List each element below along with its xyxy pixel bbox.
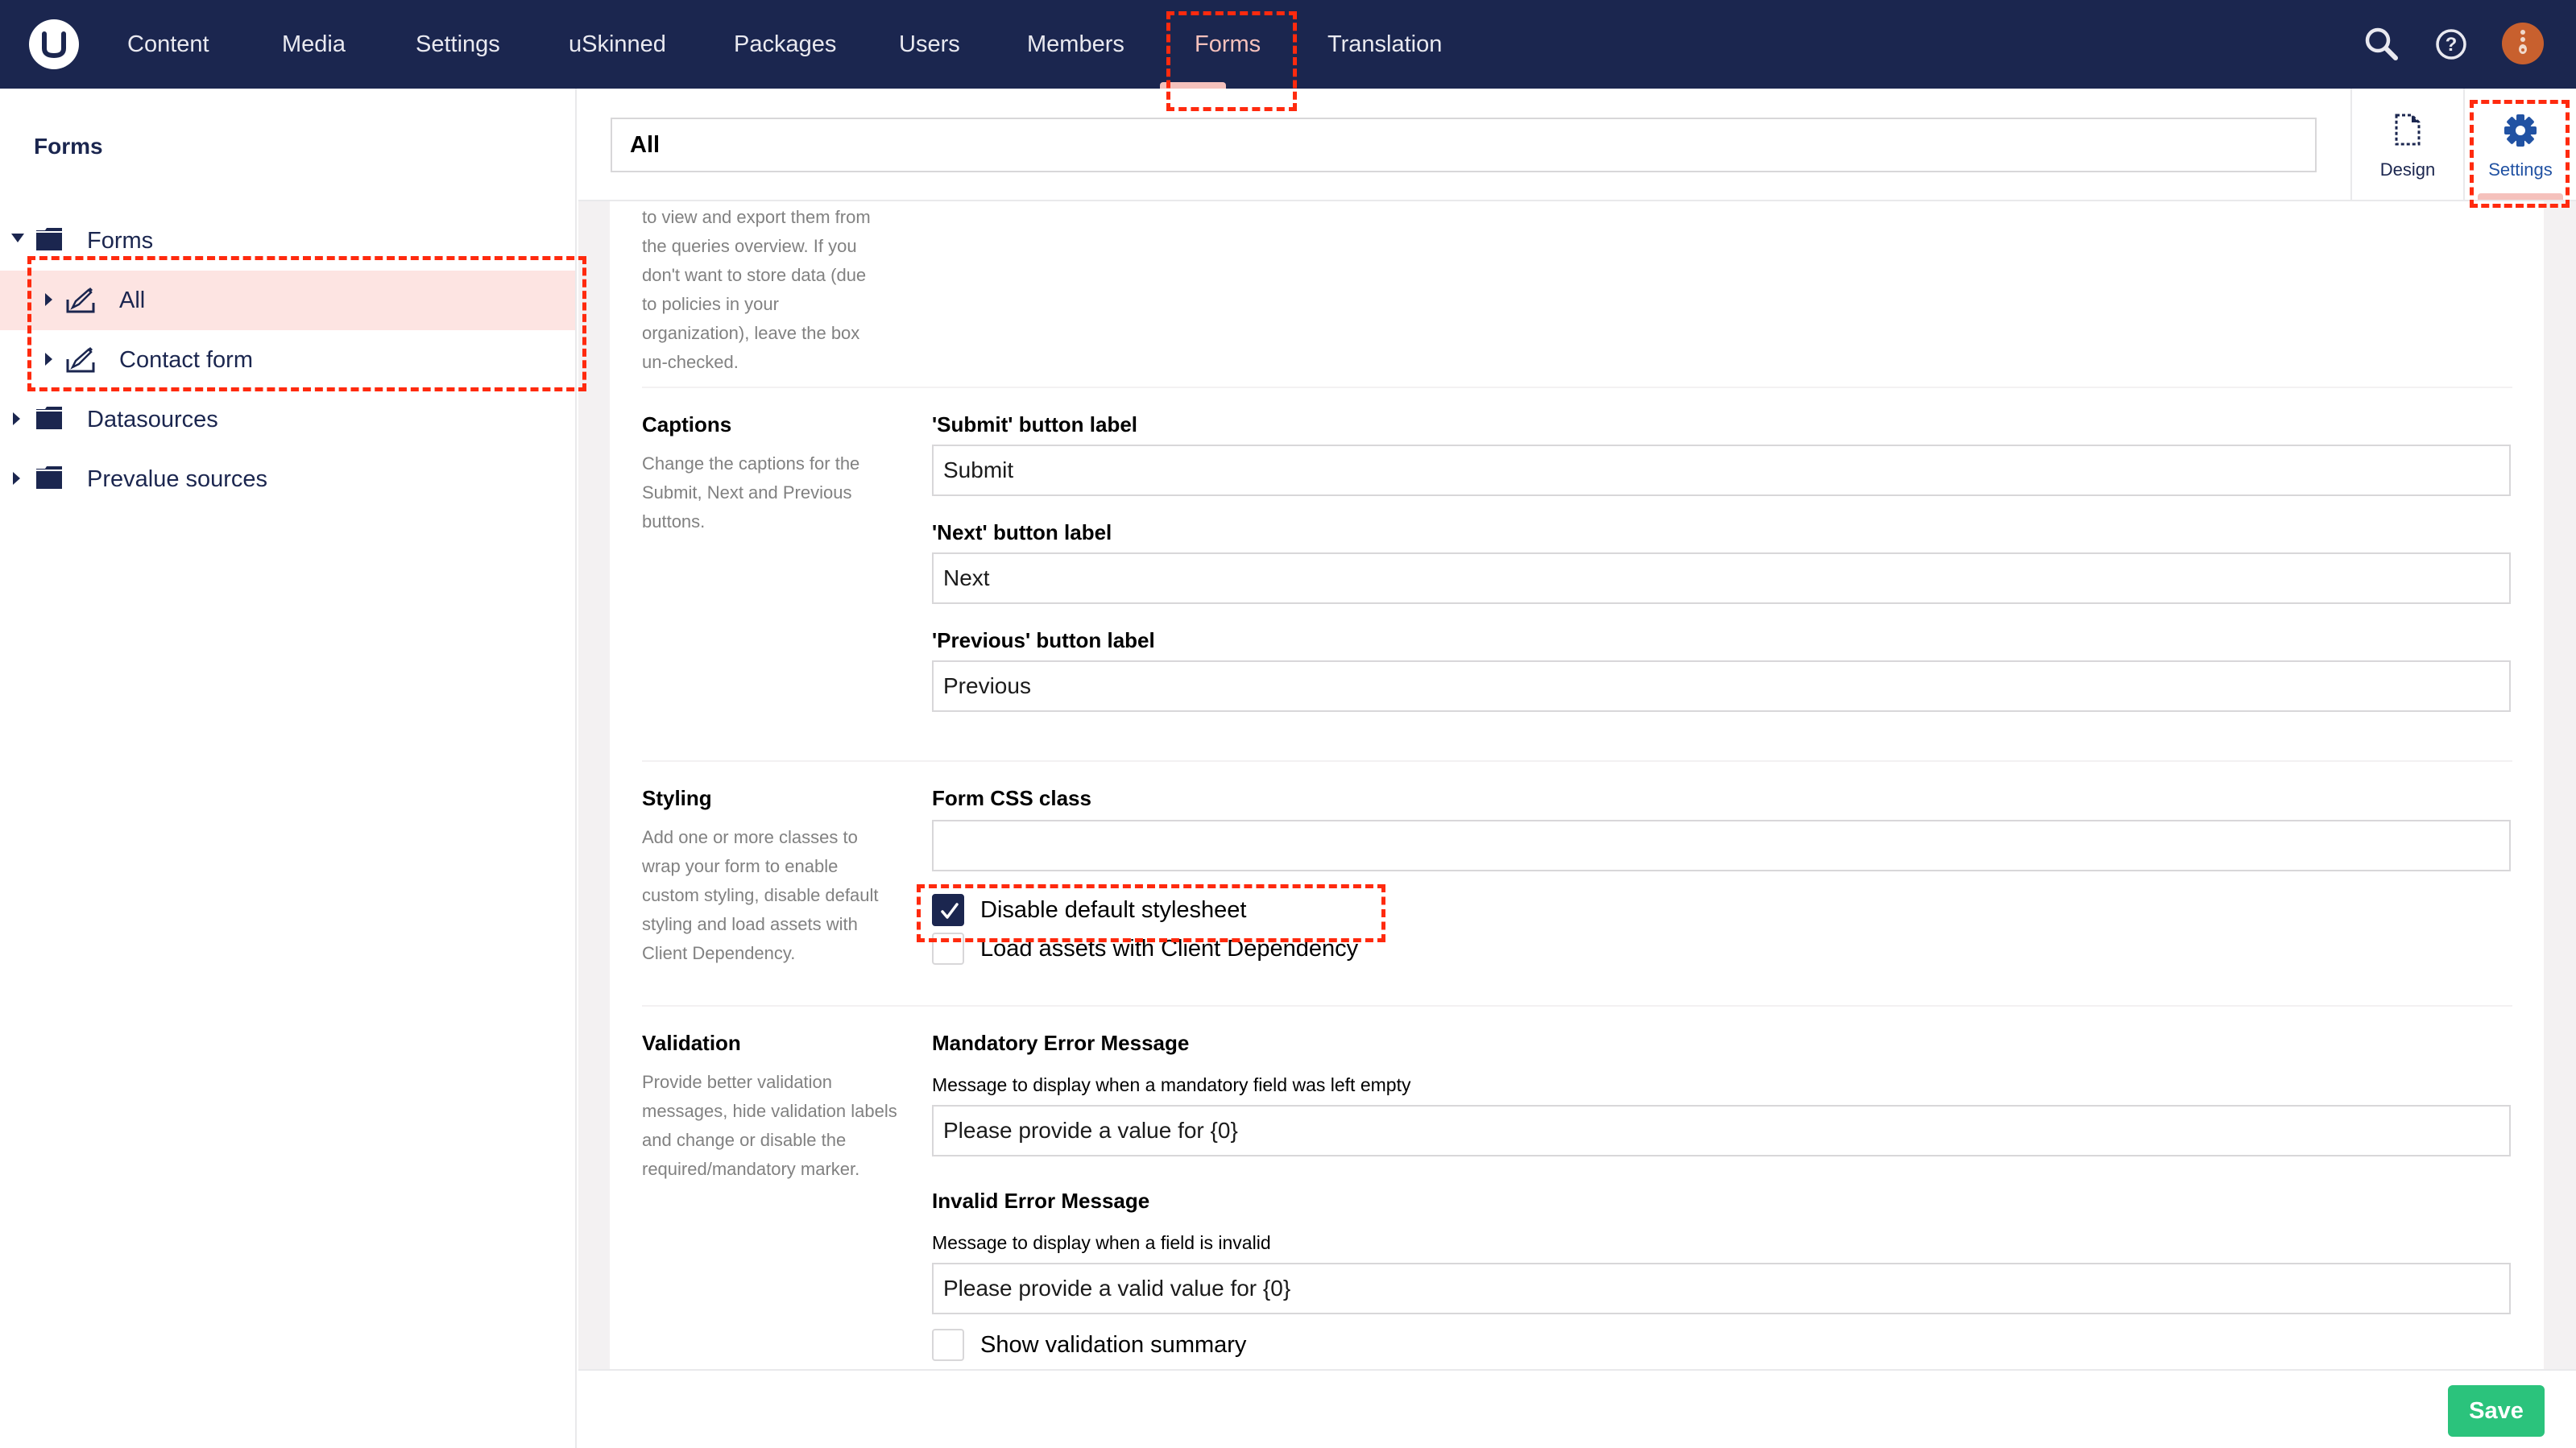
caret-right-icon[interactable] xyxy=(45,293,52,306)
tab-settings-label: Settings xyxy=(2488,159,2553,180)
gear-icon xyxy=(2504,114,2537,147)
captions-title: Captions xyxy=(642,412,732,436)
top-navigation: Content Media Settings uSkinned Packages… xyxy=(0,0,2576,89)
nav-packages[interactable]: Packages xyxy=(734,0,836,89)
save-button[interactable]: Save xyxy=(2448,1385,2545,1437)
next-label-input[interactable] xyxy=(932,552,2511,604)
client-dependency-checkbox[interactable] xyxy=(932,933,964,965)
client-dependency-checkbox-row[interactable]: Load assets with Client Dependency xyxy=(932,933,1415,966)
validation-description: Provide better validation messages, hide… xyxy=(642,1072,897,1179)
folder-icon xyxy=(36,407,62,429)
search-icon[interactable] xyxy=(2362,24,2402,64)
desc-line: organization), leave the box xyxy=(642,323,860,343)
form-name-input[interactable] xyxy=(611,118,2317,172)
desc-line: don't want to store data (due xyxy=(642,265,867,285)
group-divider xyxy=(642,387,2512,388)
sidebar-title: Forms xyxy=(34,134,103,159)
styling-title: Styling xyxy=(642,786,712,810)
submit-label-input[interactable] xyxy=(932,445,2511,496)
sidebar: Forms Forms All Contact form Datasources… xyxy=(0,89,577,1448)
svg-text:?: ? xyxy=(2446,34,2458,56)
invalid-error-label: Invalid Error Message xyxy=(932,1189,1150,1213)
tab-design-label: Design xyxy=(2379,159,2436,180)
form-icon xyxy=(66,347,95,373)
caret-right-icon[interactable] xyxy=(13,472,20,485)
nav-media[interactable]: Media xyxy=(282,0,346,89)
tree-item-datasources[interactable]: Datasources xyxy=(0,390,575,449)
desc-line: to policies in your xyxy=(642,294,779,314)
desc-line: to view and export them from xyxy=(642,207,871,227)
next-label: 'Next' button label xyxy=(932,520,1112,544)
editor-footer: Save xyxy=(578,1369,2576,1448)
tab-settings[interactable]: Settings xyxy=(2463,89,2576,200)
tree-item-label: All xyxy=(119,288,146,313)
nav-active-indicator xyxy=(1160,82,1226,89)
client-dependency-label: Load assets with Client Dependency xyxy=(980,936,1359,962)
caret-right-icon[interactable] xyxy=(45,353,52,366)
mandatory-error-label: Mandatory Error Message xyxy=(932,1031,1190,1055)
validation-title: Validation xyxy=(642,1031,741,1055)
checkmark-icon xyxy=(941,903,959,919)
folder-icon xyxy=(36,228,62,250)
umbraco-logo[interactable] xyxy=(29,19,79,69)
document-icon xyxy=(2395,114,2421,146)
nav-members[interactable]: Members xyxy=(1027,0,1124,89)
previous-label-input[interactable] xyxy=(932,660,2511,712)
mandatory-error-input[interactable] xyxy=(932,1105,2511,1156)
tree-item-label: Forms xyxy=(87,228,154,254)
tree-item-forms[interactable]: Forms xyxy=(0,211,575,271)
tree-item-all[interactable]: All xyxy=(0,271,575,330)
css-class-input[interactable] xyxy=(932,820,2511,871)
form-icon xyxy=(66,288,95,313)
tree-item-prevalue-sources[interactable]: Prevalue sources xyxy=(0,449,575,509)
styling-description: Add one or more classes to wrap your for… xyxy=(642,827,879,963)
tree-item-label: Datasources xyxy=(87,407,218,432)
previous-label: 'Previous' button label xyxy=(932,628,1155,652)
desc-line: the queries overview. If you xyxy=(642,236,857,256)
disable-stylesheet-checkbox[interactable] xyxy=(932,894,964,926)
validation-summary-checkbox-row[interactable]: Show validation summary xyxy=(932,1329,1415,1363)
settings-card[interactable]: to view and export them from the queries… xyxy=(610,201,2544,1369)
storage-description: to view and export them from the queries… xyxy=(642,203,900,377)
tree-item-label: Prevalue sources xyxy=(87,466,268,492)
editor-header: Design Settings xyxy=(578,89,2576,201)
validation-summary-label: Show validation summary xyxy=(980,1332,1247,1358)
disable-stylesheet-label: Disable default stylesheet xyxy=(980,897,1247,923)
folder-icon xyxy=(36,466,62,489)
group-divider xyxy=(642,1005,2512,1007)
help-icon[interactable]: ? xyxy=(2431,24,2471,64)
tree-item-contact-form[interactable]: Contact form xyxy=(0,330,575,390)
nav-translation[interactable]: Translation xyxy=(1327,0,1442,89)
invalid-error-description: Message to display when a field is inval… xyxy=(932,1232,1271,1253)
nav-settings[interactable]: Settings xyxy=(416,0,500,89)
validation-summary-checkbox[interactable] xyxy=(932,1329,964,1361)
captions-description: Change the captions for the Submit, Next… xyxy=(642,453,860,532)
desc-line: un-checked. xyxy=(642,352,739,372)
tab-active-indicator xyxy=(2478,193,2563,200)
mandatory-error-description: Message to display when a mandatory fiel… xyxy=(932,1074,1411,1095)
nav-uskinned[interactable]: uSkinned xyxy=(569,0,666,89)
invalid-error-input[interactable] xyxy=(932,1263,2511,1314)
caret-down-icon[interactable] xyxy=(11,234,24,242)
tab-design[interactable]: Design xyxy=(2350,89,2463,200)
nav-content[interactable]: Content xyxy=(127,0,209,89)
css-class-label: Form CSS class xyxy=(932,786,1091,810)
caret-right-icon[interactable] xyxy=(13,412,20,425)
nav-forms[interactable]: Forms xyxy=(1195,0,1261,89)
user-avatar[interactable] xyxy=(2502,23,2544,64)
submit-label: 'Submit' button label xyxy=(932,412,1138,436)
group-divider xyxy=(642,760,2512,762)
disable-stylesheet-checkbox-row[interactable]: Disable default stylesheet xyxy=(932,894,1415,928)
nav-users[interactable]: Users xyxy=(899,0,960,89)
tree-item-label: Contact form xyxy=(119,347,253,373)
